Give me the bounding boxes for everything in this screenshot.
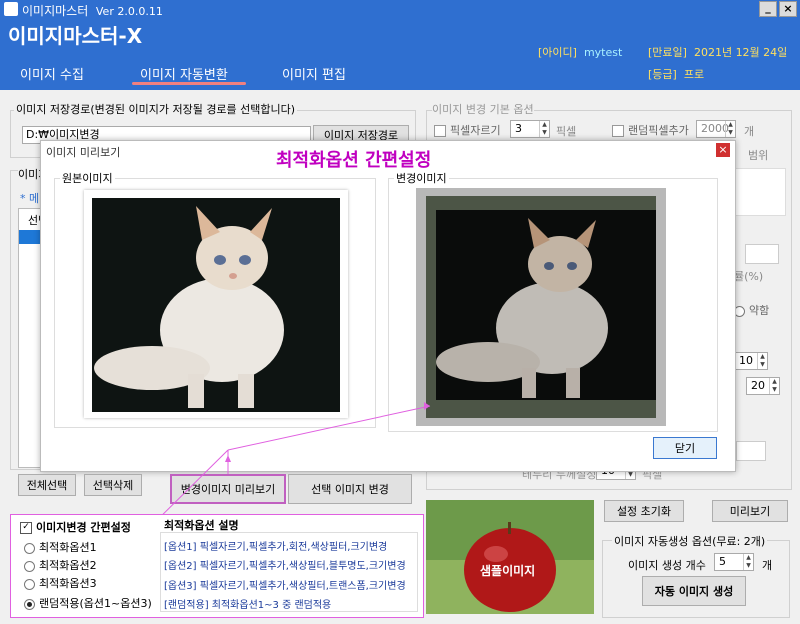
option-desc-line-1: [옵션1] 픽셀자르기,픽셀추가,회전,색상필터,크기변경 [164, 542, 388, 553]
sample-image-label: 샘플이미지 [480, 564, 536, 578]
generate-count-unit: 개 [762, 559, 773, 572]
easy-option-2-radio[interactable]: 최적화옵션2 [24, 557, 97, 573]
option-desc-line-3: [옵션3] 픽셀자르기,픽셀추가,색상필터,트랜스폼,크기변경 [164, 581, 406, 592]
generate-count-label: 이미지 생성 개수 [628, 559, 706, 572]
auto-generate-button[interactable]: 자동 이미지 생성 [642, 576, 746, 606]
preview-button[interactable]: 미리보기 [712, 500, 788, 522]
easy-option-3-radio[interactable]: 최적화옵션3 [24, 575, 97, 591]
easy-option-1-radio[interactable]: 최적화옵션1 [24, 539, 97, 555]
generate-count-stepper[interactable]: 5 ▲ ▼ [714, 553, 754, 571]
easy-random-radio[interactable]: 랜덤적용(옵션1~옵션3) [24, 595, 152, 611]
reset-settings-button[interactable]: 설정 초기화 [604, 500, 684, 522]
auto-generate-title: 이미지 자동생성 옵션(무료: 2개) [612, 533, 768, 549]
option-desc-line-2: [옵션2] 픽셀자르기,픽셀추가,색상필터,블투명도,크기변경 [164, 561, 406, 572]
option-desc-title: 최적화옵션 설명 [164, 519, 239, 532]
easy-settings-title[interactable]: ✓ 이미지변경 간편설정 [20, 519, 131, 535]
sample-apple-image [426, 500, 594, 614]
option-desc-line-4: [랜덤적용] 최적화옵션1~3 중 랜덤적용 [164, 600, 332, 611]
